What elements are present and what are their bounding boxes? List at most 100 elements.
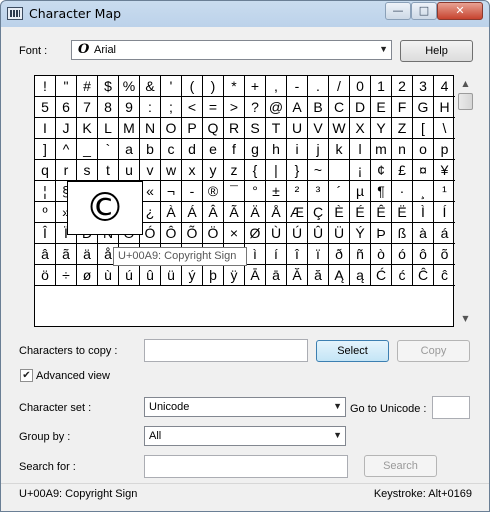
- font-select[interactable]: O Arial ▼: [71, 40, 392, 60]
- character-cell[interactable]: ¸: [413, 181, 434, 202]
- character-cell[interactable]: D: [350, 97, 371, 118]
- search-input[interactable]: [144, 455, 348, 478]
- character-cell[interactable]: Þ: [371, 223, 392, 244]
- advanced-view-label[interactable]: Advanced view: [36, 370, 110, 382]
- character-cell[interactable]: @: [266, 97, 287, 118]
- character-cell[interactable]: I: [35, 118, 56, 139]
- character-cell[interactable]: !: [35, 76, 56, 97]
- character-cell[interactable]: «: [140, 181, 161, 202]
- character-cell[interactable]: ³: [308, 181, 329, 202]
- character-cell[interactable]: ¿: [140, 202, 161, 223]
- character-cell[interactable]: =: [203, 97, 224, 118]
- character-cell[interactable]: M: [119, 118, 140, 139]
- character-cell[interactable]: K: [77, 118, 98, 139]
- character-cell[interactable]: [: [413, 118, 434, 139]
- character-cell[interactable]: k: [329, 139, 350, 160]
- character-cell[interactable]: $: [98, 76, 119, 97]
- character-cell[interactable]: ]: [35, 139, 56, 160]
- character-cell[interactable]: +: [245, 76, 266, 97]
- character-cell[interactable]: ~: [308, 160, 329, 181]
- character-cell[interactable]: d: [182, 139, 203, 160]
- character-cell[interactable]: _: [77, 139, 98, 160]
- character-cell[interactable]: P: [182, 118, 203, 139]
- character-cell[interactable]: \: [434, 118, 455, 139]
- character-cell[interactable]: <: [182, 97, 203, 118]
- go-to-unicode-input[interactable]: [432, 396, 470, 419]
- character-cell[interactable]: B: [308, 97, 329, 118]
- character-cell[interactable]: ĉ: [434, 265, 455, 286]
- character-cell[interactable]: ¤: [413, 160, 434, 181]
- character-cell[interactable]: ą: [350, 265, 371, 286]
- character-set-select[interactable]: Unicode ▼: [144, 397, 346, 417]
- character-cell[interactable]: Ú: [287, 223, 308, 244]
- character-cell[interactable]: þ: [203, 265, 224, 286]
- character-cell[interactable]: ó: [392, 244, 413, 265]
- help-button[interactable]: Help: [400, 40, 473, 62]
- character-cell[interactable]: x: [182, 160, 203, 181]
- character-cell[interactable]: X: [350, 118, 371, 139]
- character-cell[interactable]: ÷: [56, 265, 77, 286]
- character-cell[interactable]: Ø: [245, 223, 266, 244]
- character-cell[interactable]: H: [434, 97, 455, 118]
- character-cell[interactable]: W: [329, 118, 350, 139]
- character-cell[interactable]: a: [119, 139, 140, 160]
- character-cell[interactable]: U: [287, 118, 308, 139]
- character-cell[interactable]: .: [308, 76, 329, 97]
- character-cell[interactable]: h: [266, 139, 287, 160]
- character-cell[interactable]: ÿ: [224, 265, 245, 286]
- character-cell[interactable]: ¯: [224, 181, 245, 202]
- character-cell[interactable]: ?: [245, 97, 266, 118]
- character-cell[interactable]: ¦: [35, 181, 56, 202]
- character-cell[interactable]: e: [203, 139, 224, 160]
- character-cell[interactable]: ö: [35, 265, 56, 286]
- character-cell[interactable]: õ: [434, 244, 455, 265]
- character-cell[interactable]: 6: [56, 97, 77, 118]
- character-cell[interactable]: Ā: [245, 265, 266, 286]
- character-cell[interactable]: Á: [182, 202, 203, 223]
- copy-button[interactable]: Copy: [397, 340, 470, 362]
- character-cell[interactable]: S: [245, 118, 266, 139]
- character-cell[interactable]: |: [266, 160, 287, 181]
- character-cell[interactable]: È: [329, 202, 350, 223]
- character-cell[interactable]: Ö: [203, 223, 224, 244]
- character-cell[interactable]: ¡: [350, 160, 371, 181]
- character-cell[interactable]: ß: [392, 223, 413, 244]
- character-cell[interactable]: ã: [56, 244, 77, 265]
- character-cell[interactable]: Û: [308, 223, 329, 244]
- character-cell[interactable]: C: [329, 97, 350, 118]
- character-cell[interactable]: 2: [392, 76, 413, 97]
- character-cell[interactable]: À: [161, 202, 182, 223]
- character-cell[interactable]: Z: [392, 118, 413, 139]
- character-cell[interactable]: 9: [119, 97, 140, 118]
- character-cell[interactable]: û: [140, 265, 161, 286]
- character-cell[interactable]: Ĉ: [413, 265, 434, 286]
- character-cell[interactable]: J: [56, 118, 77, 139]
- character-cell[interactable]: Ć: [371, 265, 392, 286]
- character-cell[interactable]: }: [287, 160, 308, 181]
- scroll-up-icon[interactable]: ▲: [457, 75, 474, 92]
- character-cell[interactable]: ü: [161, 265, 182, 286]
- character-cell[interactable]: ¬: [161, 181, 182, 202]
- character-cell[interactable]: ¥: [434, 160, 455, 181]
- character-cell[interactable]: 3: [413, 76, 434, 97]
- character-cell[interactable]: ¹: [434, 181, 455, 202]
- character-cell[interactable]: ù: [98, 265, 119, 286]
- character-cell[interactable]: v: [140, 160, 161, 181]
- select-button[interactable]: Select: [316, 340, 389, 362]
- character-cell[interactable]: Ă: [287, 265, 308, 286]
- character-cell[interactable]: b: [140, 139, 161, 160]
- character-cell[interactable]: y: [203, 160, 224, 181]
- character-cell[interactable]: Ì: [413, 202, 434, 223]
- close-button[interactable]: ✕: [437, 2, 483, 20]
- character-cell[interactable]: ": [56, 76, 77, 97]
- character-cell[interactable]: Ç: [308, 202, 329, 223]
- character-cell[interactable]: ñ: [350, 244, 371, 265]
- character-cell[interactable]: >: [224, 97, 245, 118]
- maximize-button[interactable]: □: [411, 2, 437, 20]
- character-cell[interactable]: ï: [308, 244, 329, 265]
- character-cell[interactable]: u: [119, 160, 140, 181]
- character-cell[interactable]: ²: [287, 181, 308, 202]
- character-cell[interactable]: Í: [434, 202, 455, 223]
- character-cell[interactable]: 0: [350, 76, 371, 97]
- character-cell[interactable]: O: [161, 118, 182, 139]
